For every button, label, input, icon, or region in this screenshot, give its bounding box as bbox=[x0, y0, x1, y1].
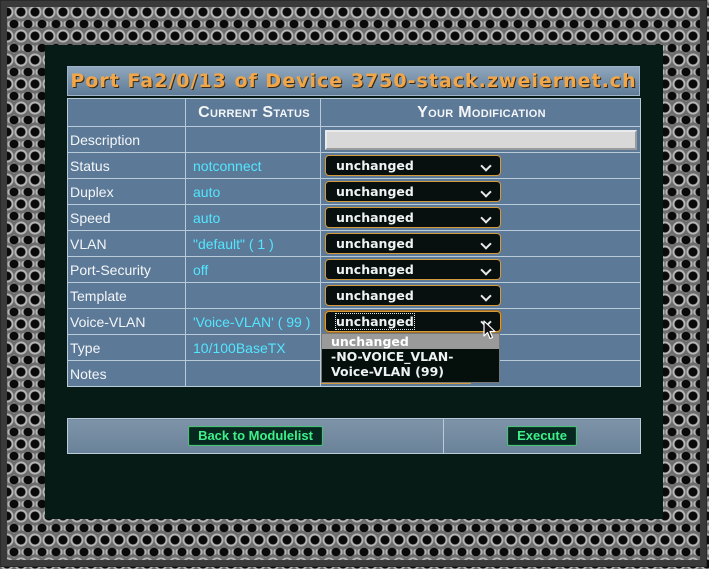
select-value: unchanged bbox=[336, 288, 414, 303]
select-value: unchanged bbox=[336, 236, 414, 251]
select-value: unchanged bbox=[336, 210, 414, 225]
row-status: Status notconnect unchanged bbox=[67, 152, 641, 179]
description-input[interactable] bbox=[325, 129, 637, 150]
voice-vlan-dropdown-list: unchanged -NO-VOICE_VLAN- Voice-VLAN (99… bbox=[321, 333, 500, 383]
template-select[interactable]: unchanged bbox=[325, 285, 501, 306]
chevron-down-icon bbox=[480, 160, 492, 172]
action-bar: Back to Modulelist Execute bbox=[67, 418, 641, 454]
modification-cell: unchanged bbox=[320, 308, 641, 335]
chevron-down-icon bbox=[480, 186, 492, 198]
current-value bbox=[185, 282, 321, 309]
header-blank bbox=[67, 98, 186, 127]
action-cell-left: Back to Modulelist bbox=[67, 418, 444, 454]
current-value: auto bbox=[185, 178, 321, 205]
row-label: VLAN bbox=[67, 230, 186, 257]
header-row: Current Status Your Modification bbox=[67, 98, 641, 127]
modification-cell: unchanged bbox=[320, 204, 641, 231]
modification-cell: unchanged bbox=[320, 152, 641, 179]
row-label: Duplex bbox=[67, 178, 186, 205]
dropdown-option[interactable]: unchanged bbox=[322, 334, 499, 349]
row-label: Description bbox=[67, 126, 186, 153]
port-security-select[interactable]: unchanged bbox=[325, 259, 501, 280]
modification-cell: unchanged bbox=[320, 256, 641, 283]
vlan-select[interactable]: unchanged bbox=[325, 233, 501, 254]
select-value: unchanged bbox=[336, 262, 414, 277]
duplex-select[interactable]: unchanged bbox=[325, 181, 501, 202]
speed-select[interactable]: unchanged bbox=[325, 207, 501, 228]
select-value: unchanged bbox=[335, 313, 415, 330]
select-value: unchanged bbox=[336, 184, 414, 199]
header-your-modification: Your Modification bbox=[320, 98, 641, 127]
back-to-modulelist-button[interactable]: Back to Modulelist bbox=[188, 426, 323, 446]
row-label: Speed bbox=[67, 204, 186, 231]
row-label: Port-Security bbox=[67, 256, 186, 283]
row-duplex: Duplex auto unchanged bbox=[67, 178, 641, 205]
row-label: Notes bbox=[67, 360, 186, 387]
modification-cell: unchanged bbox=[320, 282, 641, 309]
current-value: off bbox=[185, 256, 321, 283]
header-current-status: Current Status bbox=[185, 98, 321, 127]
current-value bbox=[185, 126, 321, 153]
mouse-cursor-icon bbox=[483, 320, 496, 340]
current-value: auto bbox=[185, 204, 321, 231]
chevron-down-icon bbox=[480, 264, 492, 276]
row-label: Template bbox=[67, 282, 186, 309]
row-voice-vlan: Voice-VLAN 'Voice-VLAN' ( 99 ) unchanged bbox=[67, 308, 641, 335]
execute-button[interactable]: Execute bbox=[507, 426, 577, 446]
chevron-down-icon bbox=[480, 290, 492, 302]
current-value bbox=[185, 360, 321, 387]
row-speed: Speed auto unchanged bbox=[67, 204, 641, 231]
row-template: Template unchanged bbox=[67, 282, 641, 309]
action-cell-right: Execute bbox=[443, 418, 641, 454]
row-vlan: VLAN "default" ( 1 ) unchanged bbox=[67, 230, 641, 257]
row-label: Voice-VLAN bbox=[67, 308, 186, 335]
current-value: notconnect bbox=[185, 152, 321, 179]
current-value: "default" ( 1 ) bbox=[185, 230, 321, 257]
modification-cell: unchanged bbox=[320, 230, 641, 257]
modification-cell: unchanged bbox=[320, 178, 641, 205]
current-value: 10/100BaseTX bbox=[185, 334, 321, 361]
row-port-security: Port-Security off unchanged bbox=[67, 256, 641, 283]
row-label: Status bbox=[67, 152, 186, 179]
chevron-down-icon bbox=[480, 212, 492, 224]
current-value: 'Voice-VLAN' ( 99 ) bbox=[185, 308, 321, 335]
page-title: Port Fa2/0/13 of Device 3750-stack.zweie… bbox=[67, 66, 640, 96]
voice-vlan-select[interactable]: unchanged bbox=[325, 311, 501, 332]
modification-cell bbox=[320, 126, 641, 153]
dropdown-option[interactable]: -NO-VOICE_VLAN- bbox=[322, 349, 499, 364]
row-label: Type bbox=[67, 334, 186, 361]
dropdown-option[interactable]: Voice-VLAN (99) bbox=[322, 364, 499, 379]
select-value: unchanged bbox=[336, 158, 414, 173]
status-select[interactable]: unchanged bbox=[325, 155, 501, 176]
chevron-down-icon bbox=[480, 238, 492, 250]
row-description: Description bbox=[67, 126, 641, 153]
